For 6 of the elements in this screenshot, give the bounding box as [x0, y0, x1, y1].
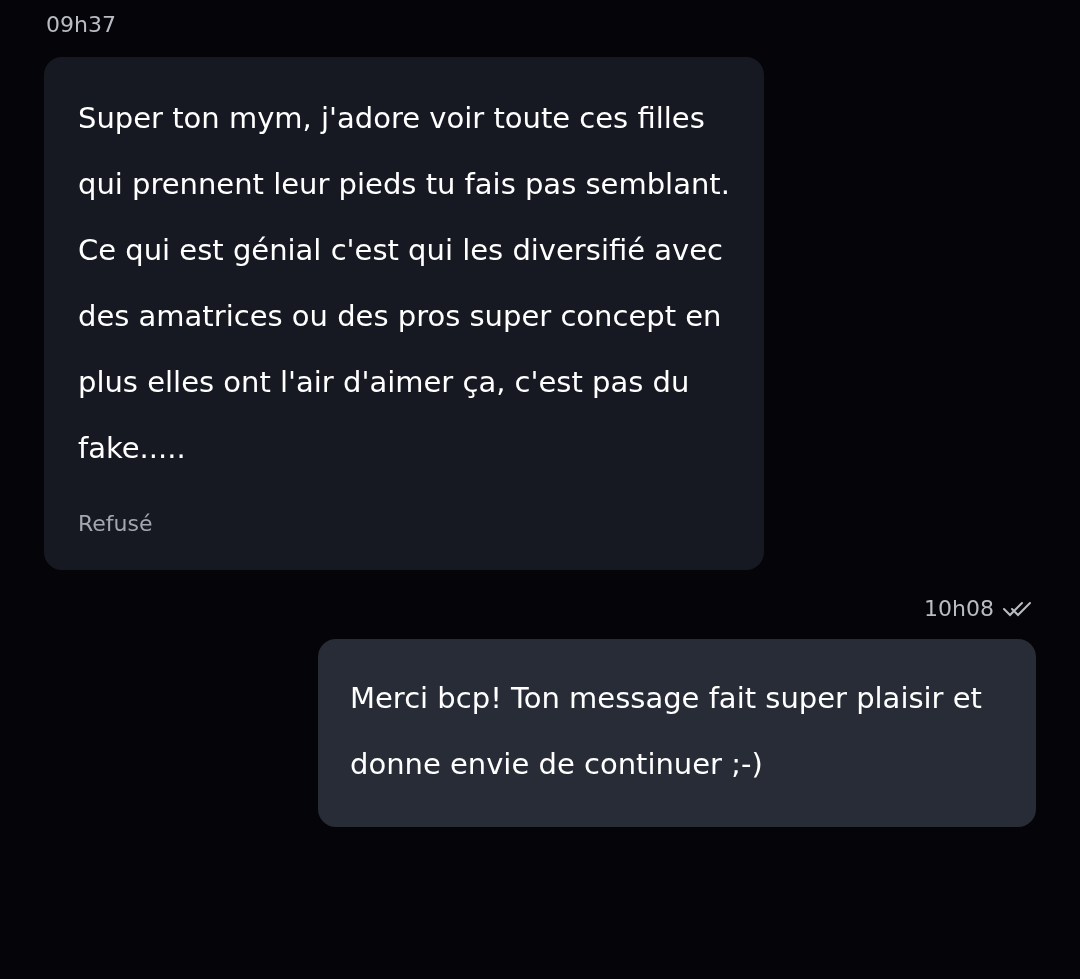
message-time: 10h08 [924, 595, 994, 623]
message-time: 09h37 [46, 11, 116, 39]
message-text: Merci bcp! Ton message fait super plaisir et donne envie de continuer ;-) [350, 680, 983, 783]
message-text: Super ton mym, j'adore voir toute ces filles qui prennent leur pieds tu fais pas semblant. Ce qui est génial c'est qui les diversifié avec des amatrices ou des pros super concept en plus elles ont l'air d'aimer ça, c'est pas du fake..... [78, 100, 731, 467]
message-status: Refusé [78, 510, 154, 538]
double-check-icon [1002, 599, 1032, 618]
